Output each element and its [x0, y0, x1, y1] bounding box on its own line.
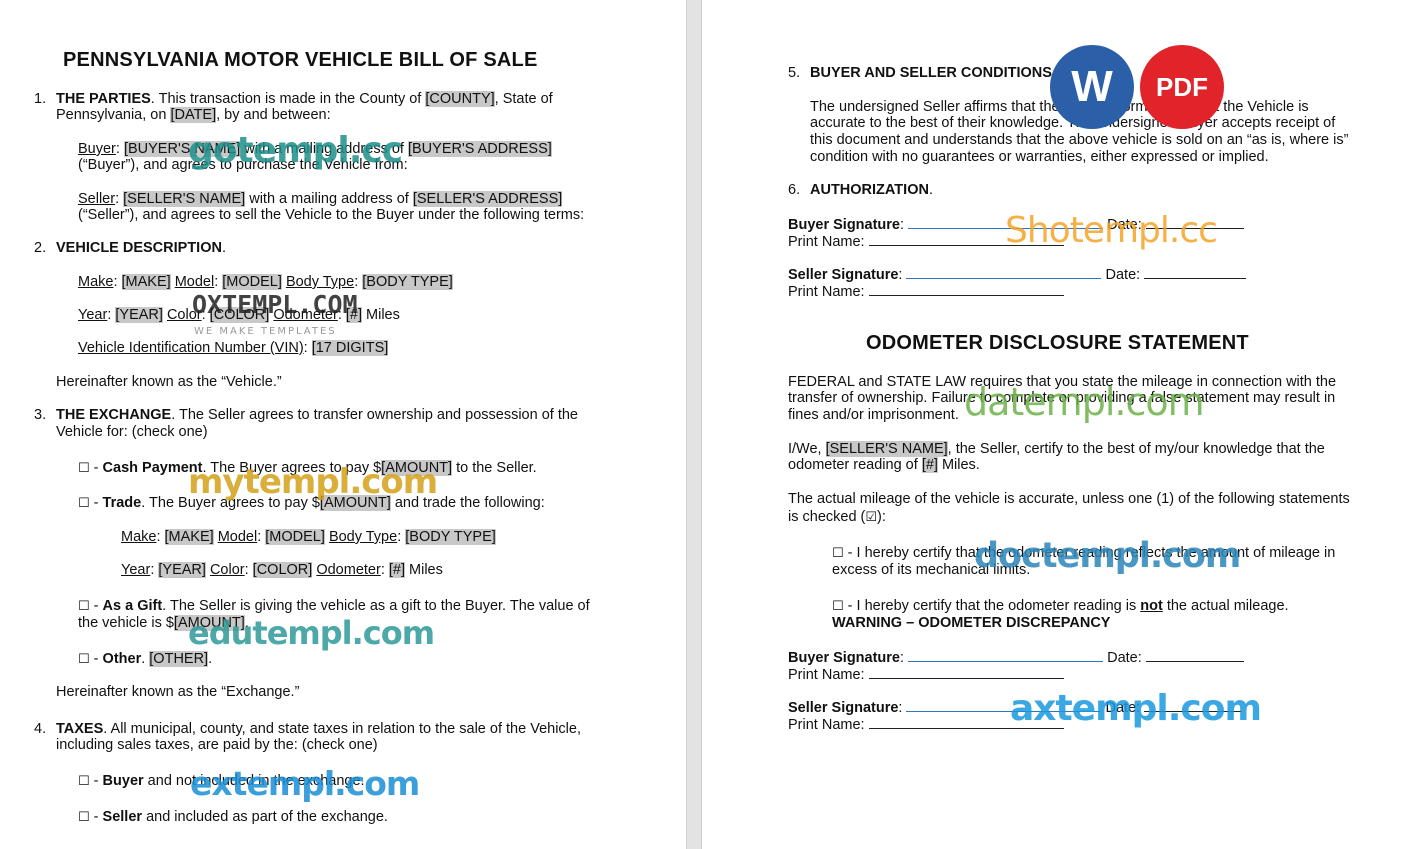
section-taxes-num: 4.: [34, 721, 47, 737]
cash-checkbox[interactable]: ☐: [78, 461, 90, 476]
exchange-known-as: Hereinafter known as the “Exchange.”: [56, 684, 300, 700]
watermark-extempl: extempl.com: [190, 764, 420, 803]
vin-field[interactable]: [17 DIGITS]: [311, 340, 389, 356]
seller-line1: Seller: [SELLER'S NAME] with a mailing a…: [78, 191, 563, 207]
section-conditions-heading: BUYER AND SELLER CONDITIONS: [810, 65, 1052, 81]
section-exchange-line1: THE EXCHANGE. The Seller agrees to trans…: [56, 407, 578, 423]
odometer-law-line3: fines and/or imprisonment.: [788, 407, 959, 423]
auth-seller-print-field[interactable]: [868, 282, 1064, 296]
trade-color-field[interactable]: [COLOR]: [252, 562, 313, 578]
odometer-certify-line1: I/We, [SELLER'S NAME], the Seller, certi…: [788, 441, 1325, 457]
seller-address-field[interactable]: [SELLER'S ADDRESS]: [412, 191, 563, 207]
make-field[interactable]: [MAKE]: [121, 274, 171, 290]
date-field[interactable]: [DATE]: [170, 107, 217, 123]
auth-seller-date-field[interactable]: [1144, 265, 1247, 279]
trade-year-line: Year: [YEAR] Color: [COLOR] Odometer: [#…: [121, 562, 443, 578]
trade-make-field[interactable]: [MAKE]: [164, 529, 214, 545]
section-parties-line1: 1.: [34, 91, 47, 107]
pdf-badge-icon[interactable]: PDF: [1140, 45, 1224, 129]
county-field[interactable]: [COUNTY]: [425, 91, 495, 107]
odo-buyer-date-field[interactable]: [1145, 648, 1244, 662]
taxes-seller-checkbox[interactable]: ☐: [78, 810, 90, 825]
section-authorization-heading: AUTHORIZATION.: [810, 182, 933, 198]
odometer-mileage-line1: The actual mileage of the vehicle is acc…: [788, 491, 1350, 507]
vehicle-known-as: Hereinafter known as the “Vehicle.”: [56, 374, 282, 390]
odo-buyer-signature-row: Buyer Signature: Date:: [788, 648, 1244, 666]
page-gutter: [686, 0, 702, 849]
odometer-seller-name-field[interactable]: [SELLER'S NAME]: [825, 441, 948, 457]
odometer-title: ODOMETER DISCLOSURE STATEMENT: [866, 332, 1249, 354]
watermark-oxtempl: OXTEMPL.COM: [192, 290, 358, 319]
gift-checkbox[interactable]: ☐: [78, 599, 90, 614]
watermark-mytempl: mytempl.com: [188, 462, 438, 502]
document-title: PENNSYLVANIA MOTOR VEHICLE BILL OF SALE: [63, 49, 538, 71]
odo-buyer-signature-field[interactable]: [908, 648, 1104, 662]
odometer-option2-checkbox[interactable]: ☐: [832, 599, 844, 614]
watermark-doctempl: doctempl.com: [974, 536, 1241, 576]
other-field[interactable]: [OTHER]: [149, 651, 209, 667]
watermark-gotempl: gotempl.cc: [188, 130, 403, 171]
watermark-oxtempl-sub: WE MAKE TEMPLATES: [194, 326, 337, 337]
odo-buyer-print-row: Print Name:: [788, 665, 1064, 683]
section-parties-line1-text: THE PARTIES. This transaction is made in…: [56, 91, 553, 107]
trade-year-field[interactable]: [YEAR]: [158, 562, 206, 578]
taxes-buyer-checkbox[interactable]: ☐: [78, 774, 90, 789]
odometer-certify-line2: odometer reading of [#] Miles.: [788, 457, 980, 473]
buyer-address-field[interactable]: [BUYER'S ADDRESS]: [407, 141, 552, 157]
trade-body-type-field[interactable]: [BODY TYPE]: [405, 529, 496, 545]
watermark-shotempl: Shotempl.cc: [1005, 210, 1218, 251]
year-field[interactable]: [YEAR]: [115, 307, 163, 323]
vehicle-make-line: Make: [MAKE] Model: [MODEL] Body Type: […: [78, 274, 453, 290]
document-page-left: PENNSYLVANIA MOTOR VEHICLE BILL OF SALE …: [0, 0, 686, 849]
section-taxes-line2: including sales taxes, are paid by the: …: [56, 737, 378, 753]
taxes-seller-option: ☐ - Seller and included as part of the e…: [78, 809, 388, 825]
section-vehicle-heading: VEHICLE DESCRIPTION.: [56, 240, 226, 256]
model-field[interactable]: [MODEL]: [222, 274, 282, 290]
document-page-right: 5. BUYER AND SELLER CONDITIONS The under…: [702, 0, 1412, 849]
odometer-mileage-line2: is checked (☑):: [788, 509, 886, 525]
trade-make-line: Make: [MAKE] Model: [MODEL] Body Type: […: [121, 529, 496, 545]
vehicle-vin-line: Vehicle Identification Number (VIN): [17…: [78, 340, 389, 356]
trade-checkbox[interactable]: ☐: [78, 496, 90, 511]
body-type-field[interactable]: [BODY TYPE]: [362, 274, 453, 290]
conditions-line3: this document and understands that the a…: [810, 132, 1349, 148]
odometer-option2-line: ☐ - I hereby certify that the odometer r…: [832, 598, 1289, 614]
conditions-line4: condition with no guarantees or warranti…: [810, 149, 1269, 165]
section-exchange-num: 3.: [34, 407, 47, 423]
trade-model-field[interactable]: [MODEL]: [265, 529, 325, 545]
section-parties-heading: THE PARTIES: [56, 91, 151, 107]
odometer-option1-checkbox[interactable]: ☐: [832, 546, 844, 561]
seller-name-field[interactable]: [SELLER'S NAME]: [123, 191, 246, 207]
other-option: ☐ - Other. [OTHER].: [78, 651, 213, 667]
watermark-axtempl: axtempl.com: [1010, 688, 1262, 729]
seller-line2: (“Seller”), and agrees to sell the Vehic…: [78, 207, 585, 223]
section-authorization-num: 6.: [788, 182, 801, 198]
other-checkbox[interactable]: ☐: [78, 652, 90, 667]
section-conditions-num: 5.: [788, 65, 801, 81]
gift-option-line1: ☐ - As a Gift. The Seller is giving the …: [78, 598, 590, 614]
checked-box-icon: ☑: [865, 510, 878, 525]
auth-seller-signature-field[interactable]: [906, 265, 1102, 279]
section-taxes-line1: TAXES. All municipal, county, and state …: [56, 721, 581, 737]
watermark-edutempl: edutempl.com: [188, 614, 435, 652]
section-exchange-line2: Vehicle for: (check one): [56, 424, 208, 440]
word-badge-icon[interactable]: W: [1050, 45, 1134, 129]
section-vehicle-num: 2.: [34, 240, 47, 256]
odo-buyer-print-field[interactable]: [868, 665, 1064, 679]
auth-seller-signature-row: Seller Signature: Date:: [788, 265, 1247, 283]
trade-odometer-field[interactable]: [#]: [388, 562, 405, 578]
auth-seller-print-row: Print Name:: [788, 282, 1064, 300]
watermark-datempl: datempl.com: [964, 380, 1205, 424]
odometer-warning: WARNING – ODOMETER DISCREPANCY: [832, 615, 1111, 631]
section-parties-line2: Pennsylvania, on [DATE], by and between:: [56, 107, 331, 123]
odometer-reading-field[interactable]: [#]: [921, 457, 938, 473]
